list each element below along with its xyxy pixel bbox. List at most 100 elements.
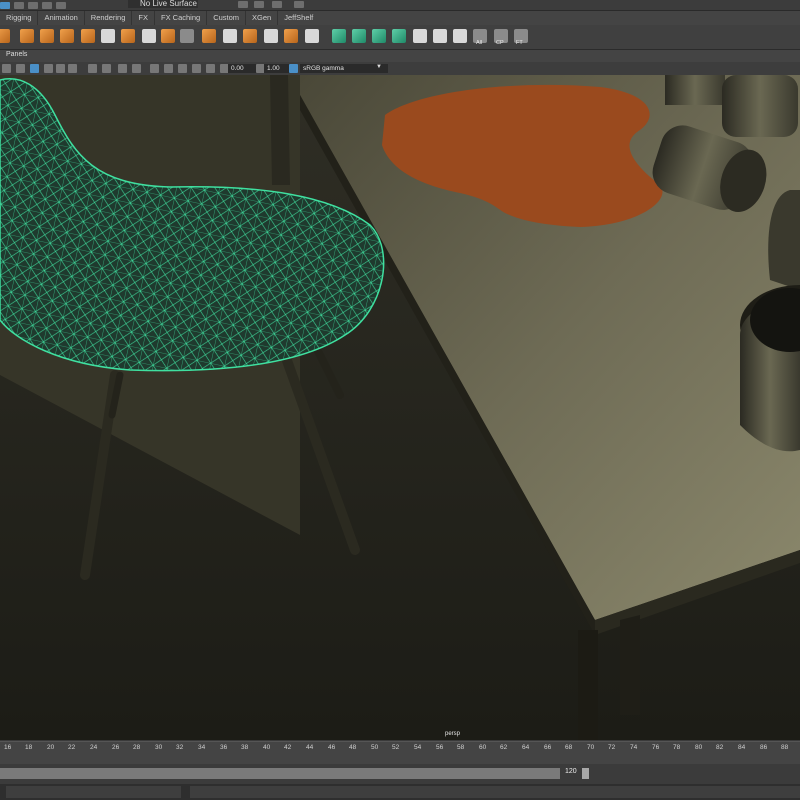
boolean-icon[interactable] [264, 29, 278, 43]
color-management-icon[interactable] [289, 64, 298, 73]
panels-menubar: Panels [0, 50, 800, 62]
sphere-icon[interactable] [40, 29, 54, 43]
uv-icon[interactable] [202, 29, 216, 43]
exposure-field[interactable]: 0.00 [228, 64, 258, 73]
wireframe-icon[interactable] [30, 64, 39, 73]
shelf-tabs: Rigging Animation Rendering FX FX Cachin… [0, 11, 800, 25]
tick-label: 58 [457, 744, 465, 751]
chevron-down-icon[interactable]: ▼ [376, 64, 382, 70]
render-icon[interactable] [238, 1, 248, 8]
aa-icon[interactable] [164, 64, 173, 73]
separate-icon[interactable] [81, 29, 95, 43]
grab-icon[interactable] [372, 29, 386, 43]
tab-xgen[interactable]: XGen [245, 11, 277, 25]
live-surface-label: No Live Surface [140, 0, 197, 8]
combine-icon[interactable] [60, 29, 74, 43]
tick-label: 84 [738, 744, 746, 751]
isolate-icon[interactable] [192, 64, 201, 73]
tick-label: 70 [587, 744, 595, 751]
table-leg [578, 630, 598, 740]
viewport-3d[interactable] [0, 75, 800, 740]
tick-label: 82 [716, 744, 724, 751]
poly-icon[interactable] [20, 29, 34, 43]
tick-label: 20 [47, 744, 55, 751]
tick-label: 26 [112, 744, 120, 751]
snap-point-icon[interactable] [42, 1, 52, 9]
snap-grid-icon[interactable] [14, 1, 24, 9]
all-label: All [476, 40, 483, 46]
ipr-icon[interactable] [254, 1, 264, 8]
status-line: No Live Surface [0, 0, 800, 11]
tick-label: 48 [349, 744, 357, 751]
bookmark-icon[interactable] [16, 64, 25, 73]
select-mode-icon[interactable] [0, 1, 10, 9]
bevel-icon[interactable] [161, 29, 175, 43]
gamma-field[interactable]: 1.00 [264, 64, 290, 73]
tick-label: 54 [414, 744, 422, 751]
tab-fx[interactable]: FX [131, 11, 154, 25]
tick-label: 66 [544, 744, 552, 751]
scatter-icon[interactable] [453, 29, 467, 43]
hypershade-icon[interactable] [294, 1, 304, 8]
film-gate-icon[interactable] [56, 64, 65, 73]
smooth-brush-icon[interactable] [392, 29, 406, 43]
panels-menu[interactable]: Panels [6, 51, 27, 58]
tab-custom[interactable]: Custom [206, 11, 245, 25]
command-line [0, 784, 800, 800]
lights-icon[interactable] [118, 64, 127, 73]
tick-label: 88 [781, 744, 789, 751]
tick-label: 42 [284, 744, 292, 751]
mirror-icon[interactable] [243, 29, 257, 43]
smooth-icon[interactable] [180, 29, 194, 43]
tick-label: 46 [328, 744, 336, 751]
range-handle[interactable] [582, 768, 589, 779]
relax-icon[interactable] [352, 29, 366, 43]
tick-label: 76 [652, 744, 660, 751]
merge-icon[interactable] [284, 29, 298, 43]
multicut-icon[interactable] [142, 29, 156, 43]
xray-icon[interactable] [206, 64, 215, 73]
fill-hole-icon[interactable] [305, 29, 319, 43]
tick-label: 62 [500, 744, 508, 751]
tick-label: 44 [306, 744, 314, 751]
status-tools [0, 0, 66, 10]
grid-icon[interactable] [44, 64, 53, 73]
plane-icon[interactable] [223, 29, 237, 43]
tick-label: 38 [241, 744, 249, 751]
ao-icon[interactable] [150, 64, 159, 73]
textured-icon[interactable] [102, 64, 111, 73]
tick-label: 24 [90, 744, 98, 751]
tab-fx-caching[interactable]: FX Caching [154, 11, 206, 25]
render-settings-icon[interactable] [272, 1, 282, 8]
tick-label: 32 [176, 744, 184, 751]
dice-icon[interactable] [433, 29, 447, 43]
snap-curve-icon[interactable] [28, 1, 38, 9]
dof-icon[interactable] [178, 64, 187, 73]
sculpt-icon[interactable] [332, 29, 346, 43]
command-input[interactable] [190, 786, 800, 798]
pinch-icon[interactable] [413, 29, 427, 43]
snap-surface-icon[interactable] [56, 1, 66, 9]
tab-jeffshelf[interactable]: JeffShelf [277, 11, 319, 25]
shadows-icon[interactable] [132, 64, 141, 73]
tab-rendering[interactable]: Rendering [83, 11, 132, 25]
ft-label: FT [516, 40, 523, 46]
tick-label: 78 [673, 744, 681, 751]
range-bar[interactable] [0, 768, 560, 779]
viewport-toolbar: 0.00 1.00 sRGB gamma ▼ [0, 62, 800, 76]
tick-label: 40 [263, 744, 271, 751]
tab-rigging[interactable]: Rigging [0, 11, 37, 25]
time-slider[interactable]: 16 18 20 22 24 26 28 30 32 34 36 38 40 4… [0, 741, 800, 765]
table-back-leg [270, 75, 290, 185]
camera-icon[interactable] [2, 64, 11, 73]
resolution-gate-icon[interactable] [68, 64, 77, 73]
shelf: All CP FT [0, 25, 800, 50]
tick-label: 60 [479, 744, 487, 751]
tab-animation[interactable]: Animation [37, 11, 83, 25]
cube-icon[interactable] [0, 29, 10, 43]
start-time-field[interactable] [6, 786, 181, 798]
shaded-icon[interactable] [88, 64, 97, 73]
bridge-icon[interactable] [121, 29, 135, 43]
extrude-icon[interactable] [101, 29, 115, 43]
color-space-dropdown[interactable]: sRGB gamma [300, 64, 388, 73]
